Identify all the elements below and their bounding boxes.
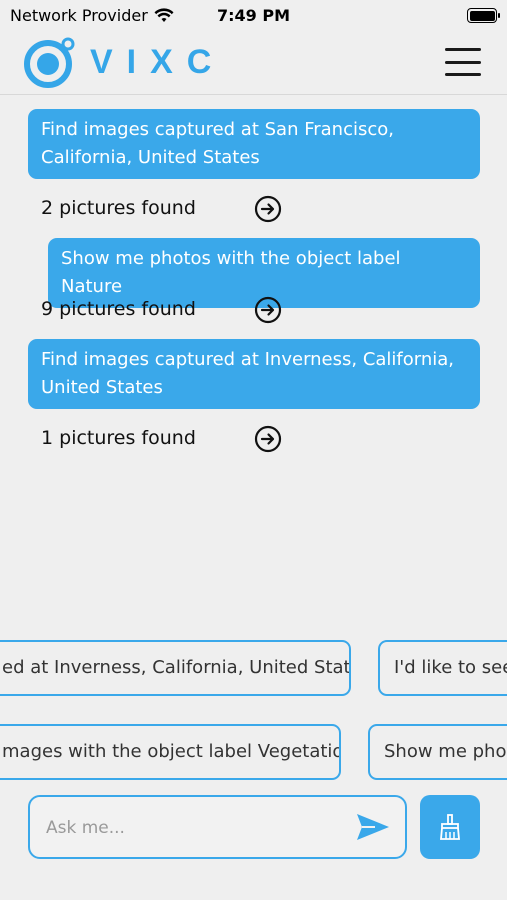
hamburger-menu-button[interactable]	[445, 48, 481, 76]
result-text: 1 pictures found	[41, 427, 196, 449]
menu-line	[445, 48, 481, 51]
query-bubble: Find images captured at Inverness, Calif…	[28, 339, 480, 409]
app-logo: VIXC	[24, 36, 225, 88]
ask-input-container	[28, 795, 407, 859]
app-header: VIXC	[0, 30, 507, 95]
arrow-right-circle-icon[interactable]	[254, 195, 282, 223]
broom-icon	[440, 814, 460, 840]
suggestion-chip[interactable]: mages with the object label Vegetation	[0, 724, 341, 780]
menu-line	[445, 60, 481, 64]
arrow-right-circle-icon[interactable]	[254, 425, 282, 453]
clear-chat-button[interactable]	[420, 795, 480, 859]
arrow-right-circle-icon[interactable]	[254, 296, 282, 324]
suggestion-chip[interactable]: ed at Inverness, California, United Stat…	[0, 640, 351, 696]
ask-input[interactable]	[46, 813, 346, 843]
logo-text: VIXC	[90, 42, 226, 81]
result-text: 9 pictures found	[41, 298, 196, 320]
battery-icon	[467, 8, 500, 23]
status-bar: Network Provider 7:49 PM	[0, 0, 507, 30]
menu-line	[445, 73, 481, 76]
suggestion-chip[interactable]: I'd like to see p	[378, 640, 507, 696]
result-text: 2 pictures found	[41, 197, 196, 219]
status-time: 7:49 PM	[216, 6, 290, 25]
camera-lens-logo-icon	[24, 37, 75, 88]
suggestion-chip[interactable]: Show me photo	[368, 724, 507, 780]
send-icon[interactable]	[355, 811, 391, 843]
query-bubble: Find images captured at San Francisco, C…	[28, 109, 480, 179]
